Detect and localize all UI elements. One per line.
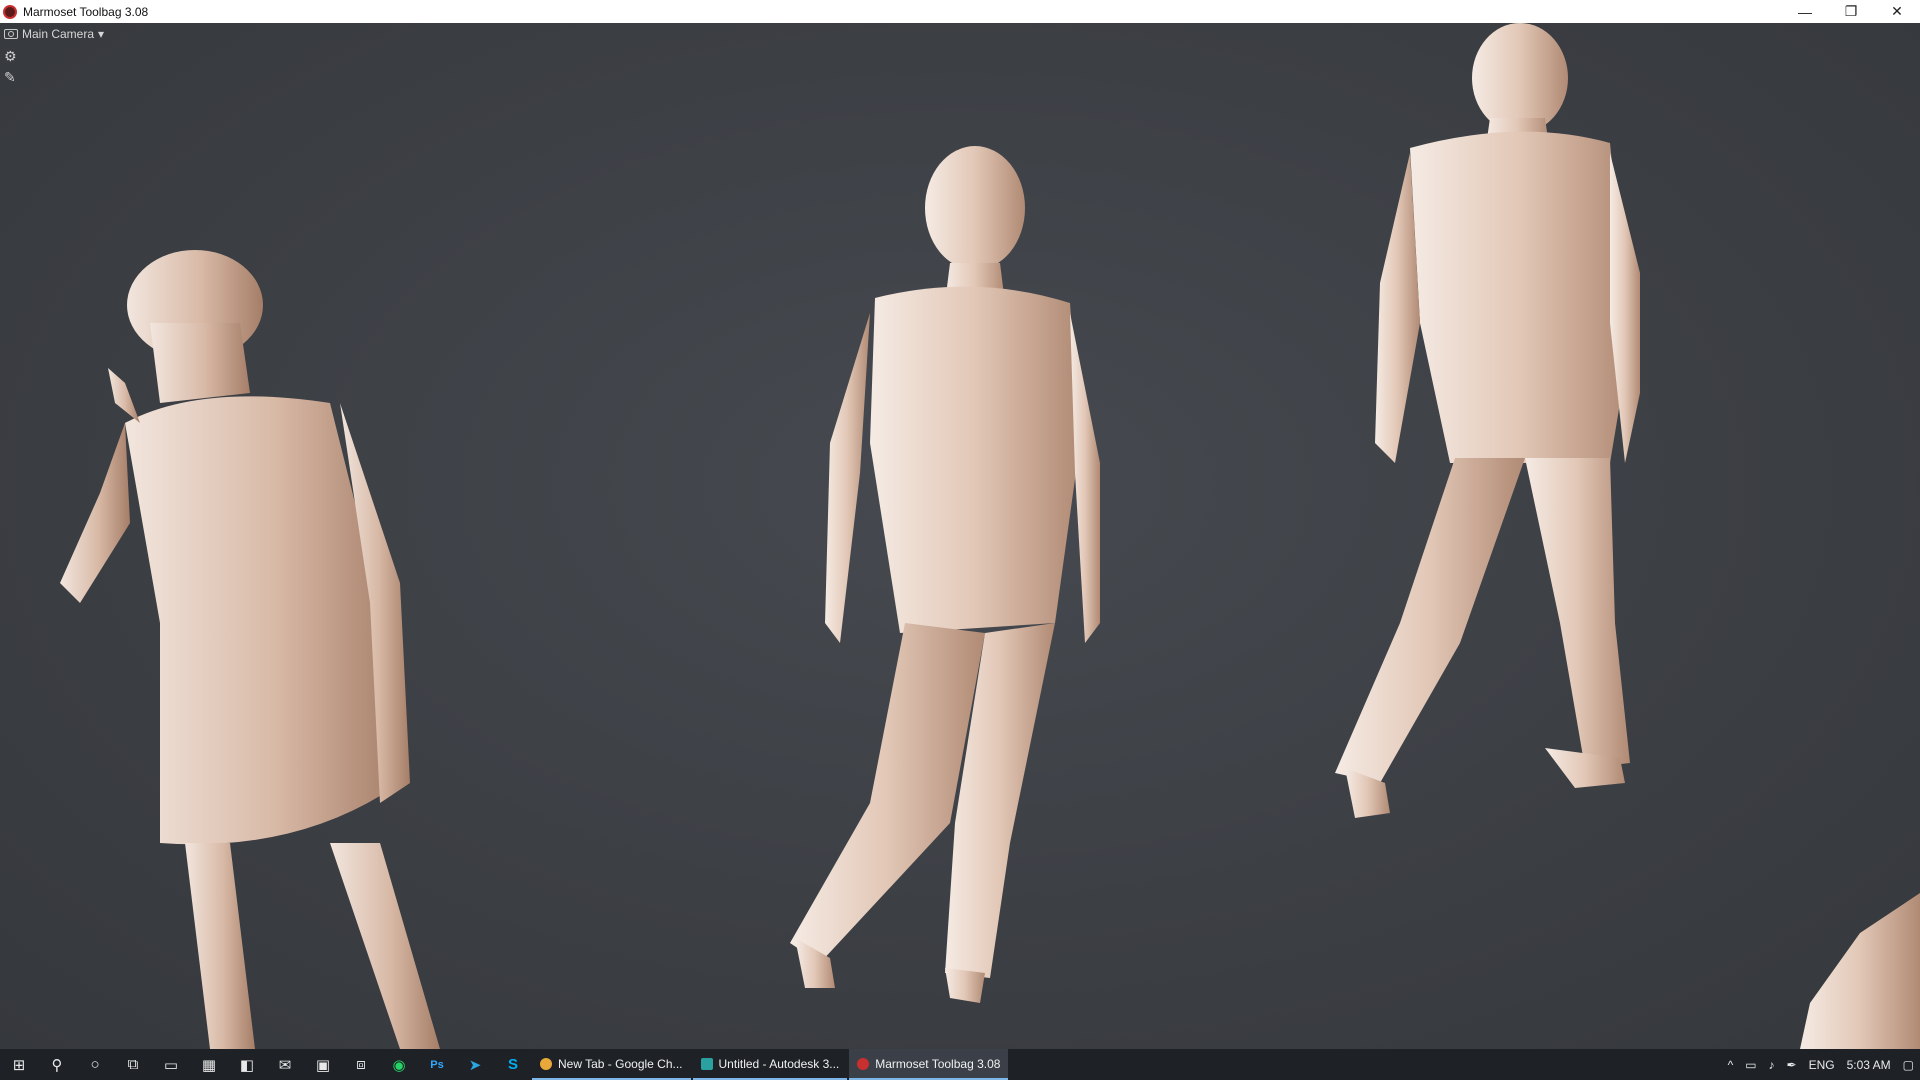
- settings-gear-icon[interactable]: ⚙: [4, 49, 17, 63]
- minimize-button[interactable]: —: [1782, 0, 1828, 23]
- task-label: Marmoset Toolbag 3.08: [875, 1056, 1001, 1071]
- telegram-icon[interactable]: ➤: [456, 1049, 494, 1080]
- chevron-down-icon: ▾: [98, 27, 105, 41]
- network-icon[interactable]: ⧈: [342, 1049, 380, 1080]
- system-tray: ^ ▭ ♪ ✒ ENG 5:03 AM ▢: [1722, 1049, 1920, 1080]
- restore-button[interactable]: ❐: [1828, 0, 1874, 23]
- camera-icon: [4, 29, 18, 39]
- remote-desktop-icon[interactable]: ▣: [304, 1049, 342, 1080]
- clock[interactable]: 5:03 AM: [1841, 1058, 1897, 1072]
- window-title: Marmoset Toolbag 3.08: [23, 4, 149, 19]
- search-icon[interactable]: ⚲: [38, 1049, 76, 1080]
- volume-icon[interactable]: ♪: [1763, 1058, 1781, 1072]
- task-marmoset[interactable]: Marmoset Toolbag 3.08: [849, 1049, 1009, 1080]
- pen-icon[interactable]: ✒: [1781, 1058, 1803, 1072]
- start-menu-icon[interactable]: ⊞: [0, 1049, 38, 1080]
- scene-figures: [60, 23, 1920, 1049]
- task-3ds-max[interactable]: Untitled - Autodesk 3...: [692, 1049, 848, 1080]
- windows-taskbar: ⊞ ⚲ ○ ⧉ ▭ ▦ ◧ ✉ ▣ ⧈ ◉ Ps ➤ S New Tab - G…: [0, 1049, 1920, 1080]
- close-button[interactable]: ✕: [1874, 0, 1920, 23]
- brush-icon[interactable]: ✎: [4, 70, 16, 84]
- photoshop-icon[interactable]: Ps: [418, 1049, 456, 1080]
- whatsapp-icon[interactable]: ◉: [380, 1049, 418, 1080]
- skype-icon[interactable]: S: [494, 1049, 532, 1080]
- action-center-icon[interactable]: ▢: [1897, 1058, 1920, 1072]
- character-model-woman-dress[interactable]: [60, 250, 440, 1049]
- task-chrome[interactable]: New Tab - Google Ch...: [532, 1049, 691, 1080]
- camera-selector[interactable]: Main Camera ▾: [4, 27, 104, 41]
- character-model-woman-center[interactable]: [790, 146, 1100, 1003]
- marmoset-icon: [857, 1057, 870, 1070]
- cortana-icon[interactable]: ○: [76, 1049, 114, 1080]
- show-hidden-icons-chevron-icon[interactable]: ^: [1722, 1058, 1740, 1072]
- chrome-icon: [540, 1057, 552, 1070]
- character-model-partial[interactable]: [1800, 893, 1920, 1049]
- camera-label: Main Camera: [22, 27, 95, 41]
- store-icon[interactable]: ◧: [228, 1049, 266, 1080]
- task-label: Untitled - Autodesk 3...: [718, 1056, 840, 1071]
- title-bar: Marmoset Toolbag 3.08 — ❐ ✕: [0, 0, 1920, 23]
- language-indicator[interactable]: ENG: [1803, 1058, 1841, 1072]
- 3d-viewport[interactable]: Main Camera ▾ ⚙ ✎: [0, 23, 1920, 1049]
- autodesk-icon: [700, 1057, 713, 1070]
- marmoset-app-icon: [3, 4, 17, 19]
- network-status-icon[interactable]: ▭: [1739, 1058, 1762, 1072]
- calculator-icon[interactable]: ▦: [190, 1049, 228, 1080]
- window-controls: — ❐ ✕: [1782, 0, 1920, 23]
- file-explorer-icon[interactable]: ▭: [152, 1049, 190, 1080]
- character-model-man[interactable]: [1335, 23, 1640, 818]
- task-label: New Tab - Google Ch...: [558, 1056, 683, 1071]
- mail-icon[interactable]: ✉: [266, 1049, 304, 1080]
- task-view-icon[interactable]: ⧉: [114, 1049, 152, 1080]
